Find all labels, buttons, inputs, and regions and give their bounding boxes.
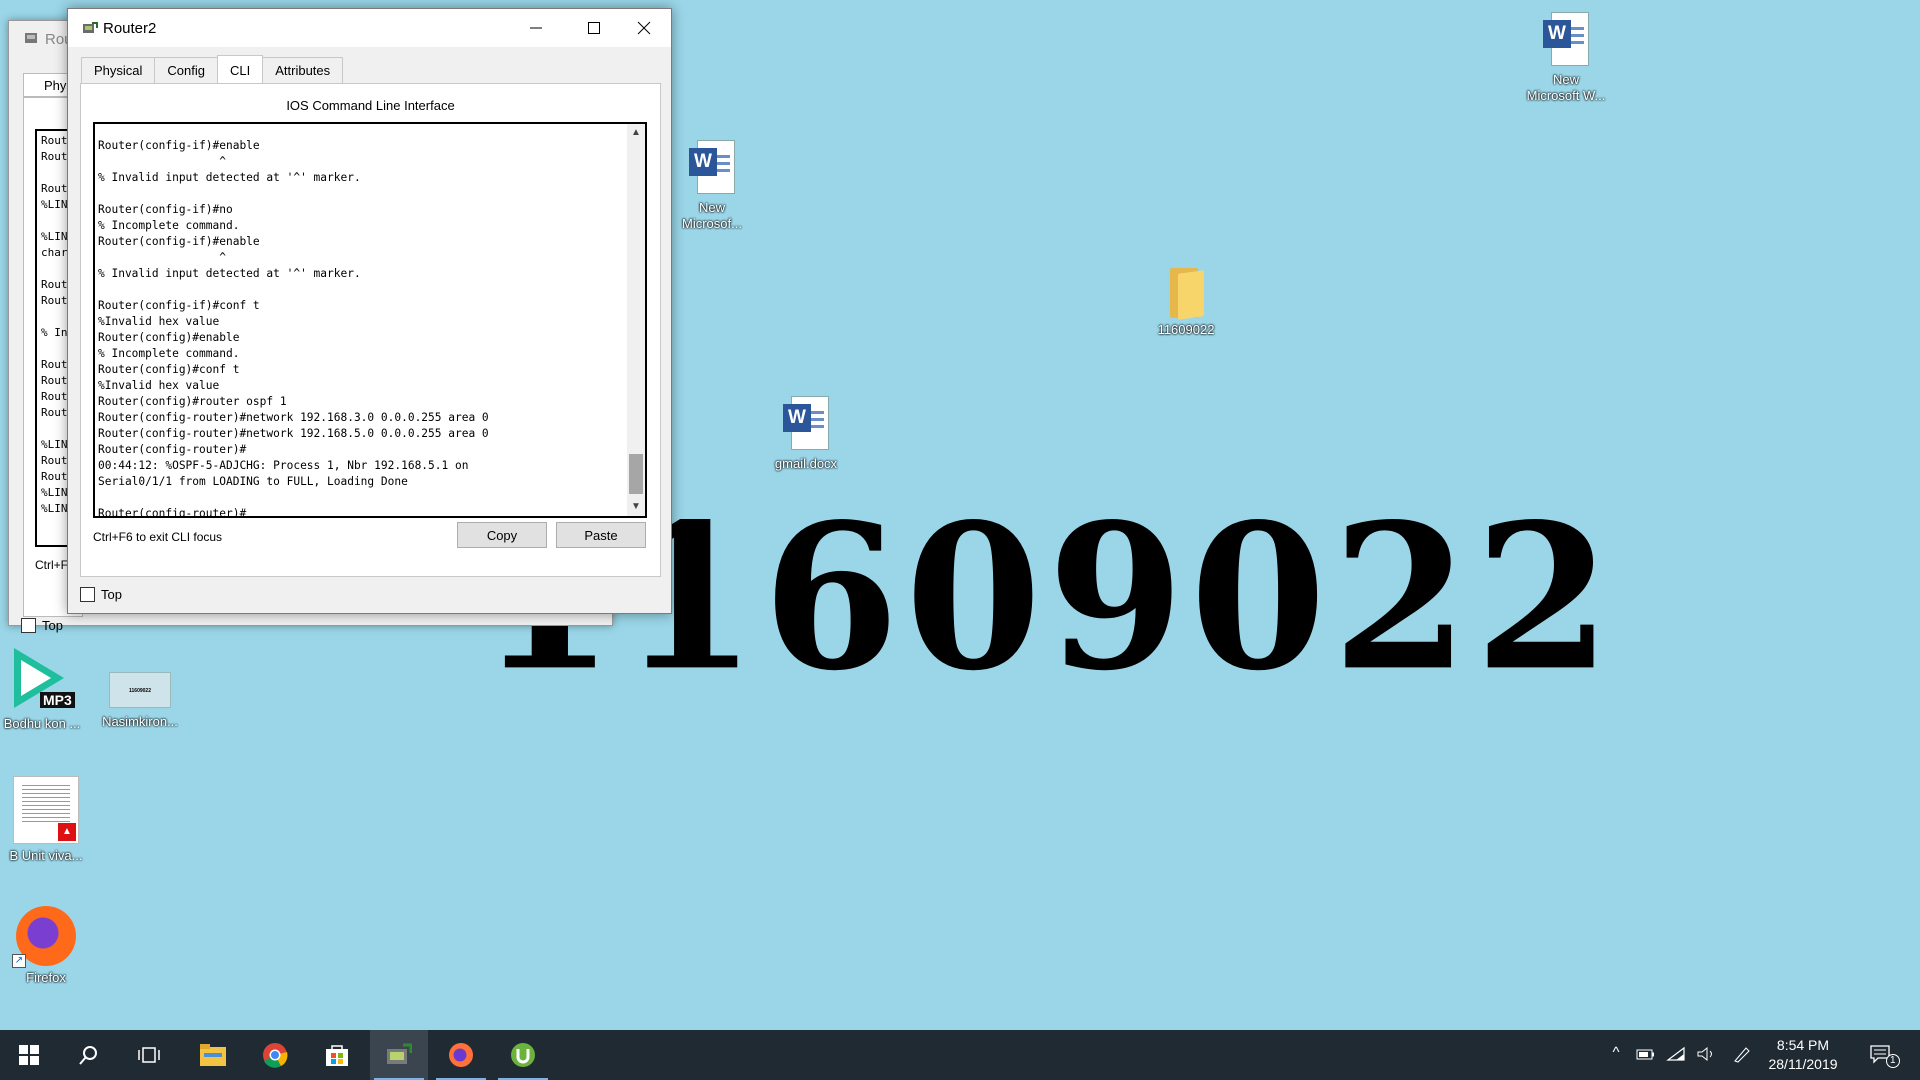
file-explorer-icon bbox=[200, 1044, 226, 1066]
taskbar-store[interactable] bbox=[308, 1030, 366, 1080]
top-checkbox-row[interactable]: Top bbox=[80, 587, 122, 602]
checkbox[interactable] bbox=[21, 618, 36, 633]
battery-icon[interactable] bbox=[1636, 1044, 1656, 1066]
packet-tracer-icon bbox=[83, 22, 98, 33]
tab-cli[interactable]: CLI bbox=[217, 55, 264, 83]
desktop-icon-mp3[interactable]: MP3 Bodhu kon ... bbox=[0, 646, 90, 732]
folder-icon bbox=[1166, 268, 1206, 320]
cli-caption: IOS Command Line Interface bbox=[286, 98, 455, 113]
pdf-file-icon: ▲ bbox=[13, 776, 79, 844]
word-doc-icon: W bbox=[783, 396, 829, 452]
wifi-icon[interactable] bbox=[1666, 1044, 1686, 1066]
taskbar: ^ 8:54 PM 28/11/2019 1 bbox=[0, 1030, 1920, 1080]
tab-physical[interactable]: Physical bbox=[81, 57, 156, 83]
store-icon bbox=[326, 1045, 348, 1066]
desktop-icon-firefox[interactable]: ↗ Firefox bbox=[0, 906, 94, 986]
search-icon bbox=[79, 1046, 97, 1065]
cli-focus-hint: Ctrl+F6 to exit CLI focus bbox=[93, 530, 223, 544]
window-title: Router2 bbox=[103, 20, 157, 37]
desktop-icon-new-word-doc-2[interactable]: W New Microsof... bbox=[664, 140, 760, 232]
desktop-icon-label: New bbox=[1552, 72, 1579, 87]
cli-tab-panel: IOS Command Line Interface Router(config… bbox=[80, 83, 661, 577]
cli-output[interactable]: Router(config-if)#enable ^ % Invalid inp… bbox=[98, 138, 618, 516]
word-doc-icon: W bbox=[689, 140, 735, 196]
desktop-icon-folder[interactable]: 11609022 bbox=[1138, 268, 1234, 338]
action-center-button[interactable]: 1 bbox=[1868, 1044, 1900, 1068]
desktop-icon-new-word-doc-1[interactable]: W New Microsoft W... bbox=[1518, 12, 1614, 104]
minimize-button[interactable] bbox=[507, 9, 565, 47]
desktop-icon-gmail-docx[interactable]: W gmail.docx bbox=[758, 396, 854, 472]
desktop-icon-label: Bodhu kon ... bbox=[3, 716, 81, 731]
maximize-icon bbox=[588, 22, 600, 34]
scroll-thumb[interactable] bbox=[629, 454, 643, 494]
word-doc-icon: W bbox=[1543, 12, 1589, 68]
close-button[interactable] bbox=[615, 9, 673, 47]
mp3-badge: MP3 bbox=[40, 692, 75, 708]
device-tabs: Physical Config CLI Attributes bbox=[81, 55, 344, 83]
image-thumbnail-icon: 11609022 bbox=[109, 672, 171, 708]
desktop-icon-label: Microsoft W... bbox=[1526, 88, 1606, 103]
desktop-icon-pdf[interactable]: ▲ B Unit viva... bbox=[0, 776, 94, 864]
window-titlebar[interactable]: Router2 bbox=[68, 9, 671, 47]
back-window-ctrl-hint: Ctrl+F bbox=[35, 558, 68, 572]
back-window-top-checkbox[interactable]: Top bbox=[21, 618, 63, 633]
tab-config[interactable]: Config bbox=[154, 57, 218, 83]
close-icon bbox=[637, 21, 651, 35]
paste-button[interactable]: Paste bbox=[556, 522, 646, 548]
clock-date: 28/11/2019 bbox=[1768, 1056, 1838, 1072]
taskbar-firefox[interactable] bbox=[432, 1030, 490, 1080]
copy-button[interactable]: Copy bbox=[457, 522, 547, 548]
clock-time: 8:54 PM bbox=[1776, 1037, 1830, 1053]
firefox-icon bbox=[449, 1043, 473, 1067]
search-button[interactable] bbox=[60, 1030, 118, 1080]
windows-logo-icon bbox=[19, 1045, 39, 1065]
tab-attributes[interactable]: Attributes bbox=[262, 57, 344, 83]
desktop-icon-label: New bbox=[698, 200, 725, 215]
taskbar-packet-tracer[interactable] bbox=[370, 1030, 428, 1080]
notification-count-badge: 1 bbox=[1886, 1054, 1900, 1068]
packet-tracer-icon bbox=[387, 1043, 412, 1064]
desktop-icon-label: gmail.docx bbox=[774, 456, 838, 471]
firefox-icon: ↗ bbox=[12, 906, 76, 968]
taskbar-chrome[interactable] bbox=[246, 1030, 304, 1080]
packet-tracer-icon bbox=[25, 33, 37, 43]
cli-scrollbar[interactable]: ▲ ▼ bbox=[627, 124, 645, 516]
task-view-icon bbox=[138, 1047, 160, 1063]
desktop-icon-label: 11609022 bbox=[1157, 322, 1215, 337]
volume-icon[interactable] bbox=[1696, 1044, 1716, 1066]
pen-workspace-icon[interactable] bbox=[1732, 1044, 1752, 1066]
desktop-icon-label: Microsof... bbox=[682, 216, 742, 231]
desktop-icon-label: B Unit viva... bbox=[9, 848, 83, 863]
desktop-icon-nasimkiron[interactable]: 11609022 Nasimkiron... bbox=[92, 672, 188, 730]
start-button[interactable] bbox=[0, 1030, 58, 1080]
taskbar-file-explorer[interactable] bbox=[184, 1030, 242, 1080]
task-view-button[interactable] bbox=[120, 1030, 178, 1080]
top-checkbox[interactable] bbox=[80, 587, 95, 602]
cli-console[interactable]: Router(config-if)#enable ^ % Invalid inp… bbox=[93, 122, 647, 518]
scroll-down-icon[interactable]: ▼ bbox=[627, 498, 645, 516]
chrome-icon bbox=[263, 1043, 288, 1068]
taskbar-utorrent[interactable] bbox=[494, 1030, 552, 1080]
utorrent-icon bbox=[511, 1043, 535, 1067]
mp3-play-icon: MP3 bbox=[6, 646, 78, 714]
show-hidden-icons-chevron-icon[interactable]: ^ bbox=[1606, 1044, 1626, 1066]
top-label: Top bbox=[101, 587, 122, 602]
minimize-icon bbox=[530, 27, 542, 29]
top-label: Top bbox=[42, 618, 63, 633]
taskbar-clock[interactable]: 8:54 PM 28/11/2019 bbox=[1758, 1036, 1848, 1074]
router2-window[interactable]: Router2 Physical Config CLI Attributes I… bbox=[67, 8, 672, 614]
desktop-icon-label: Nasimkiron... bbox=[102, 714, 178, 729]
desktop-icon-label: Firefox bbox=[26, 970, 66, 985]
scroll-up-icon[interactable]: ▲ bbox=[627, 124, 645, 142]
